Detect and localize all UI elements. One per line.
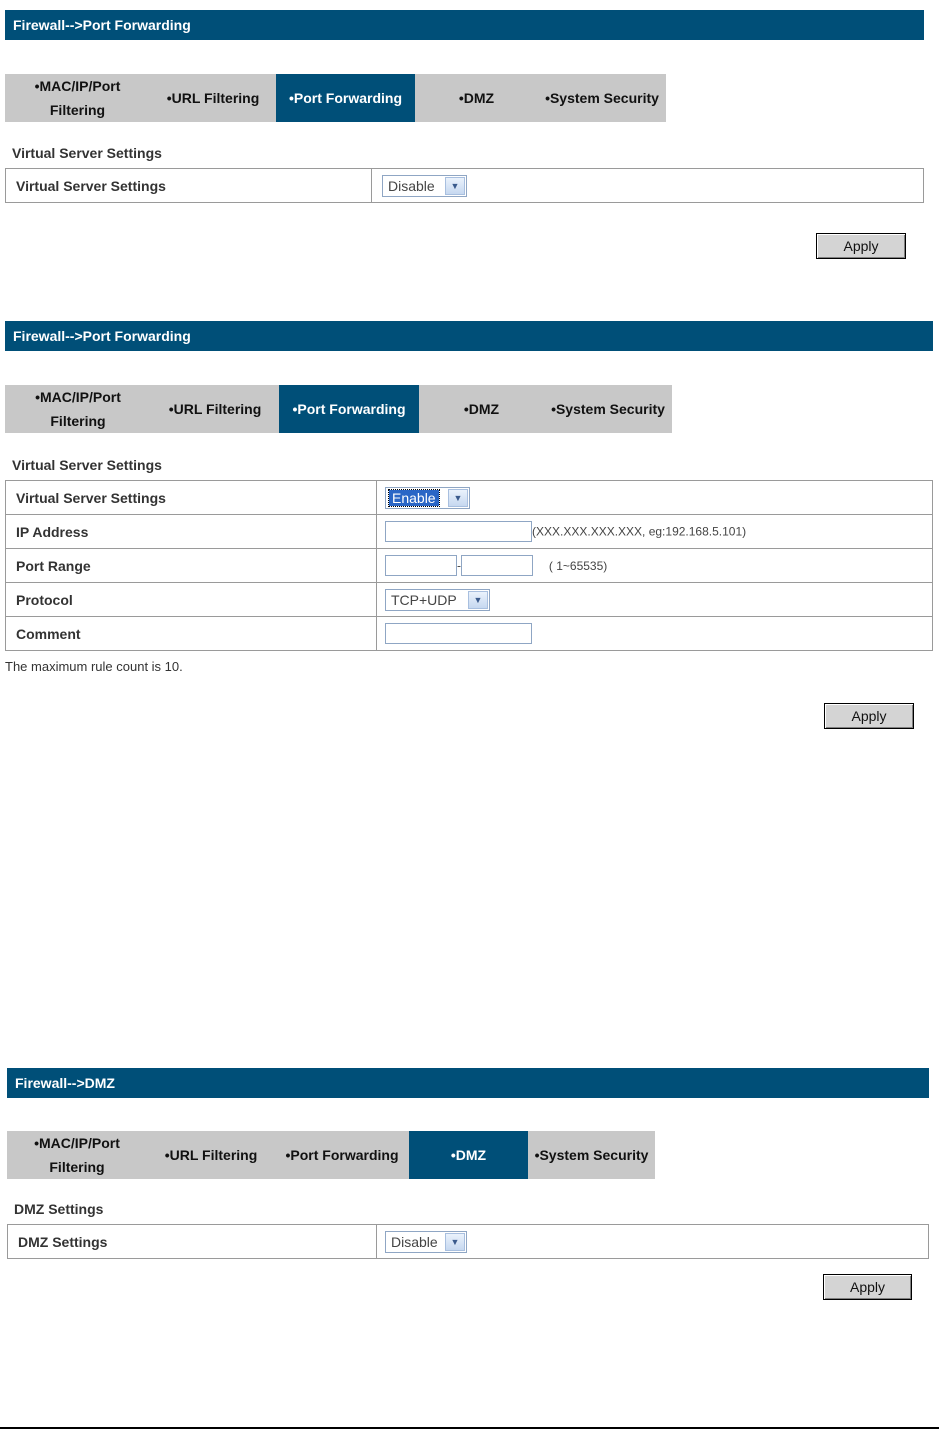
page-bottom-divider: [0, 1427, 939, 1429]
panel2-tab-port-forwarding[interactable]: •Port Forwarding: [279, 385, 419, 433]
table-row: IP Address (XXX.XXX.XXX.XXX, eg:192.168.…: [5, 514, 933, 549]
panel2-apply-button[interactable]: Apply: [824, 703, 914, 729]
panel3-apply-button[interactable]: Apply: [823, 1274, 912, 1300]
ip-address-label: IP Address: [5, 514, 377, 549]
panel2-section-title: Virtual Server Settings: [12, 457, 162, 473]
ip-address-input[interactable]: [385, 521, 532, 542]
panel3-title: Firewall-->DMZ: [15, 1075, 115, 1091]
port-range-start-input[interactable]: [385, 555, 457, 576]
virtual-server-settings-label: Virtual Server Settings: [5, 168, 372, 203]
panel1-tab-port-forwarding[interactable]: •Port Forwarding: [276, 74, 415, 122]
panel3-title-bar: Firewall-->DMZ: [7, 1068, 929, 1098]
dmz-settings-select[interactable]: Disable ▼: [385, 1230, 467, 1253]
panel2-title: Firewall-->Port Forwarding: [13, 328, 191, 344]
table-row: Virtual Server Settings Enable ▼: [5, 480, 933, 515]
panel3-tab-dmz[interactable]: •DMZ: [409, 1131, 528, 1179]
panel2-tab-bar: •MAC/IP/Port Filtering •URL Filtering •P…: [5, 385, 672, 433]
dmz-settings-label: DMZ Settings: [7, 1224, 377, 1259]
table-row: Virtual Server Settings Disable ▼: [5, 168, 924, 203]
chevron-down-icon: ▼: [445, 176, 465, 195]
panel3-tab-system-security[interactable]: •System Security: [528, 1131, 655, 1179]
table-row: Port Range - ( 1~65535): [5, 548, 933, 583]
panel2-title-bar: Firewall-->Port Forwarding: [5, 321, 933, 351]
panel1-title-bar: Firewall-->Port Forwarding: [5, 10, 924, 40]
panel3-tab-bar: •MAC/IP/Port Filtering •URL Filtering •P…: [7, 1131, 655, 1179]
panel2-tab-system-security[interactable]: •System Security: [544, 385, 672, 433]
panel1-tab-dmz[interactable]: •DMZ: [415, 74, 538, 122]
chevron-down-icon: ▼: [445, 1232, 465, 1251]
protocol-label: Protocol: [5, 582, 377, 617]
virtual-server-settings-label: Virtual Server Settings: [5, 480, 377, 515]
table-row: Protocol TCP+UDP ▼: [5, 582, 933, 617]
virtual-server-settings-select[interactable]: Enable ▼: [385, 486, 470, 509]
panel2-settings-table: Virtual Server Settings Enable ▼ IP Addr…: [5, 480, 933, 651]
port-range-label: Port Range: [5, 548, 377, 583]
protocol-select[interactable]: TCP+UDP ▼: [385, 588, 490, 611]
port-range-hint: ( 1~65535): [548, 558, 608, 573]
panel1-settings-table: Virtual Server Settings Disable ▼: [5, 168, 924, 203]
panel1-section-title: Virtual Server Settings: [12, 145, 162, 161]
panel3-settings-table: DMZ Settings Disable ▼: [7, 1224, 929, 1259]
panel1-tab-url-filtering[interactable]: •URL Filtering: [150, 74, 276, 122]
panel1-tab-bar: •MAC/IP/Port Filtering •URL Filtering •P…: [5, 74, 666, 122]
panel1-apply-button[interactable]: Apply: [816, 233, 906, 259]
panel3-tab-port-forwarding[interactable]: •Port Forwarding: [275, 1131, 409, 1179]
comment-input[interactable]: [385, 623, 532, 644]
comment-label: Comment: [5, 616, 377, 651]
panel2-tab-dmz[interactable]: •DMZ: [419, 385, 544, 433]
panel1-tab-mac-ip-port-filtering[interactable]: •MAC/IP/Port Filtering: [5, 74, 150, 122]
virtual-server-settings-select[interactable]: Disable ▼: [382, 174, 467, 197]
panel3-section-title: DMZ Settings: [14, 1201, 104, 1217]
table-row: DMZ Settings Disable ▼: [7, 1224, 929, 1259]
chevron-down-icon: ▼: [468, 590, 488, 609]
max-rule-count-note: The maximum rule count is 10.: [5, 659, 183, 674]
panel2-tab-mac-ip-port-filtering[interactable]: •MAC/IP/Port Filtering: [5, 385, 151, 433]
panel1-tab-system-security[interactable]: •System Security: [538, 74, 666, 122]
table-row: Comment: [5, 616, 933, 651]
panel2-tab-url-filtering[interactable]: •URL Filtering: [151, 385, 279, 433]
panel3-tab-mac-ip-port-filtering[interactable]: •MAC/IP/Port Filtering: [7, 1131, 147, 1179]
port-range-end-input[interactable]: [461, 555, 533, 576]
panel1-title: Firewall-->Port Forwarding: [13, 17, 191, 33]
chevron-down-icon: ▼: [448, 488, 468, 507]
panel3-tab-url-filtering[interactable]: •URL Filtering: [147, 1131, 275, 1179]
ip-address-hint: (XXX.XXX.XXX.XXX, eg:192.168.5.101): [532, 524, 747, 539]
